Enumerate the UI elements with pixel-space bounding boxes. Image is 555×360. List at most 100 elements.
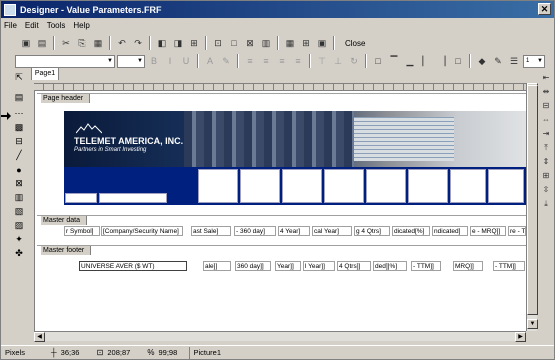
data-field[interactable]: - 360 day] bbox=[234, 226, 276, 236]
band-master-data[interactable]: Master data bbox=[37, 215, 527, 225]
scroll-down-icon[interactable]: ▼ bbox=[527, 319, 538, 329]
header-box[interactable] bbox=[198, 169, 238, 203]
picture-tool-icon[interactable]: ▩ bbox=[12, 121, 26, 134]
paste-icon[interactable]: ▦ bbox=[91, 36, 105, 50]
line-style-icon[interactable]: ☰ bbox=[507, 54, 521, 68]
align-top-icon[interactable]: ⤒ bbox=[540, 143, 552, 155]
ole-tool-icon[interactable]: ▨ bbox=[12, 219, 26, 232]
align-right-icon[interactable]: ≡ bbox=[275, 54, 289, 68]
undo-icon[interactable]: ↶ bbox=[115, 36, 129, 50]
group-icon[interactable]: ⊞ bbox=[187, 36, 201, 50]
font-color-icon[interactable]: A bbox=[203, 54, 217, 68]
footer-field[interactable]: ded]]%] bbox=[373, 261, 407, 271]
underline-icon[interactable]: U bbox=[179, 54, 193, 68]
data-field[interactable]: ndicated] bbox=[432, 226, 468, 236]
header-box[interactable] bbox=[450, 169, 486, 203]
frame-all-icon[interactable]: □ bbox=[371, 54, 385, 68]
italic-icon[interactable]: I bbox=[163, 54, 177, 68]
data-field[interactable]: cal Year] bbox=[312, 226, 352, 236]
header-box[interactable] bbox=[366, 169, 406, 203]
valign-top-icon[interactable]: ⊤ bbox=[315, 54, 329, 68]
frame-top-icon[interactable]: ▔ bbox=[387, 54, 401, 68]
align-grid-icon[interactable]: ⊞ bbox=[299, 36, 313, 50]
cut-icon[interactable]: ✂ bbox=[59, 36, 73, 50]
align-left-edges-icon[interactable]: ⇤ bbox=[540, 73, 552, 85]
footer-field[interactable]: Year]] bbox=[275, 261, 301, 271]
rotate-icon[interactable]: ↻ bbox=[347, 54, 361, 68]
chart-tool-icon[interactable]: ⊠ bbox=[12, 177, 26, 190]
align-vcenter-icon[interactable]: ⇕ bbox=[540, 157, 552, 169]
align-hcenter-icon[interactable]: ⇹ bbox=[540, 87, 552, 99]
close-window-button[interactable]: ✕ bbox=[538, 3, 551, 15]
align-left-icon[interactable]: ≡ bbox=[243, 54, 257, 68]
font-size-combo[interactable]: ▼ bbox=[117, 54, 145, 68]
header-box[interactable] bbox=[65, 193, 97, 203]
data-field[interactable]: 4 Year] bbox=[278, 226, 310, 236]
report-canvas[interactable]: Page header TELEMET AMERICA, INC. Partne… bbox=[34, 91, 527, 331]
align-bottom-icon[interactable]: ⤓ bbox=[540, 199, 552, 211]
properties-icon[interactable]: ▥ bbox=[259, 36, 273, 50]
footer-field[interactable]: 4 Qtrs]] bbox=[337, 261, 371, 271]
data-field[interactable]: re - TTM]] bbox=[508, 226, 526, 236]
subreport-tool-icon[interactable]: ⊟ bbox=[12, 135, 26, 148]
footer-field[interactable]: - TTM]] bbox=[411, 261, 441, 271]
save-icon[interactable]: ▣ bbox=[19, 36, 33, 50]
send-back-icon[interactable]: ◨ bbox=[171, 36, 185, 50]
telemet-banner-picture[interactable]: TELEMET AMERICA, INC. Partners in Smart … bbox=[64, 111, 526, 167]
menu-help[interactable]: Help bbox=[73, 21, 89, 30]
horizontal-scrollbar[interactable]: ◀ ▶ bbox=[34, 331, 526, 342]
font-name-combo[interactable]: ▼ bbox=[15, 54, 115, 68]
grid-icon[interactable]: ▦ bbox=[283, 36, 297, 50]
data-field[interactable]: g 4 Qtrs] bbox=[354, 226, 390, 236]
bold-icon[interactable]: B bbox=[147, 54, 161, 68]
fill-color-icon[interactable]: ◆ bbox=[475, 54, 489, 68]
data-field[interactable]: [Company/Security Name] bbox=[101, 226, 183, 236]
band-master-footer[interactable]: Master footer bbox=[37, 245, 527, 255]
header-box[interactable] bbox=[324, 169, 364, 203]
frame-none-icon[interactable]: □ bbox=[451, 54, 465, 68]
space-vertically-icon[interactable]: ⇳ bbox=[540, 185, 552, 197]
frame-left-icon[interactable]: ▏ bbox=[419, 54, 433, 68]
header-box[interactable] bbox=[99, 193, 167, 203]
footer-field[interactable]: - TTM]] bbox=[493, 261, 525, 271]
select-tool-icon[interactable]: ⇱ bbox=[12, 71, 26, 84]
align-center-icon[interactable]: ≡ bbox=[259, 54, 273, 68]
bring-front-icon[interactable]: ◧ bbox=[155, 36, 169, 50]
header-box[interactable] bbox=[408, 169, 448, 203]
footer-field[interactable]: 360 day]] bbox=[235, 261, 271, 271]
header-box[interactable] bbox=[488, 169, 524, 203]
line-tool-icon[interactable]: ╱ bbox=[12, 149, 26, 162]
band-page-header[interactable]: Page header bbox=[37, 93, 527, 103]
space-horizontally-icon[interactable]: ⇔ bbox=[540, 115, 552, 127]
band-tool-icon[interactable]: ⋯ bbox=[12, 107, 26, 120]
new-page-icon[interactable]: ⊡ bbox=[211, 36, 225, 50]
barcode-tool-icon[interactable]: ▥ bbox=[12, 191, 26, 204]
menu-edit[interactable]: Edit bbox=[25, 21, 39, 30]
scroll-thumb[interactable] bbox=[527, 85, 538, 315]
insert-field-icon[interactable]: ✤ bbox=[12, 247, 26, 260]
justify-icon[interactable]: ≡ bbox=[291, 54, 305, 68]
data-field[interactable]: dicated[%] bbox=[392, 226, 430, 236]
data-field[interactable]: ast Sale] bbox=[191, 226, 231, 236]
fit-grid-icon[interactable]: ▣ bbox=[315, 36, 329, 50]
line-color-icon[interactable]: ✎ bbox=[491, 54, 505, 68]
frame-right-icon[interactable]: ▕ bbox=[435, 54, 449, 68]
text-tool-icon[interactable]: ▤ bbox=[12, 91, 26, 104]
preview-icon[interactable]: ▤ bbox=[35, 36, 49, 50]
footer-field-label[interactable]: UNIVERSE AVER ($ WT) bbox=[79, 261, 187, 271]
header-box[interactable] bbox=[282, 169, 322, 203]
checkbox-tool-icon[interactable]: ✦ bbox=[12, 233, 26, 246]
menu-tools[interactable]: Tools bbox=[47, 21, 66, 30]
scroll-right-icon[interactable]: ▶ bbox=[515, 332, 526, 342]
footer-field[interactable]: MRQ]] bbox=[453, 261, 483, 271]
center-vertically-icon[interactable]: ⊞ bbox=[540, 171, 552, 183]
valign-middle-icon[interactable]: ⊥ bbox=[331, 54, 345, 68]
frame-bottom-icon[interactable]: ▁ bbox=[403, 54, 417, 68]
redo-icon[interactable]: ↷ bbox=[131, 36, 145, 50]
data-field[interactable]: r Symbol] bbox=[64, 226, 100, 236]
align-right-edges-icon[interactable]: ⇥ bbox=[540, 129, 552, 141]
center-horizontally-icon[interactable]: ⊟ bbox=[540, 101, 552, 113]
header-box[interactable] bbox=[240, 169, 280, 203]
tab-page1[interactable]: Page1 bbox=[31, 67, 59, 80]
data-field[interactable]: e - MRQ]] bbox=[470, 226, 506, 236]
